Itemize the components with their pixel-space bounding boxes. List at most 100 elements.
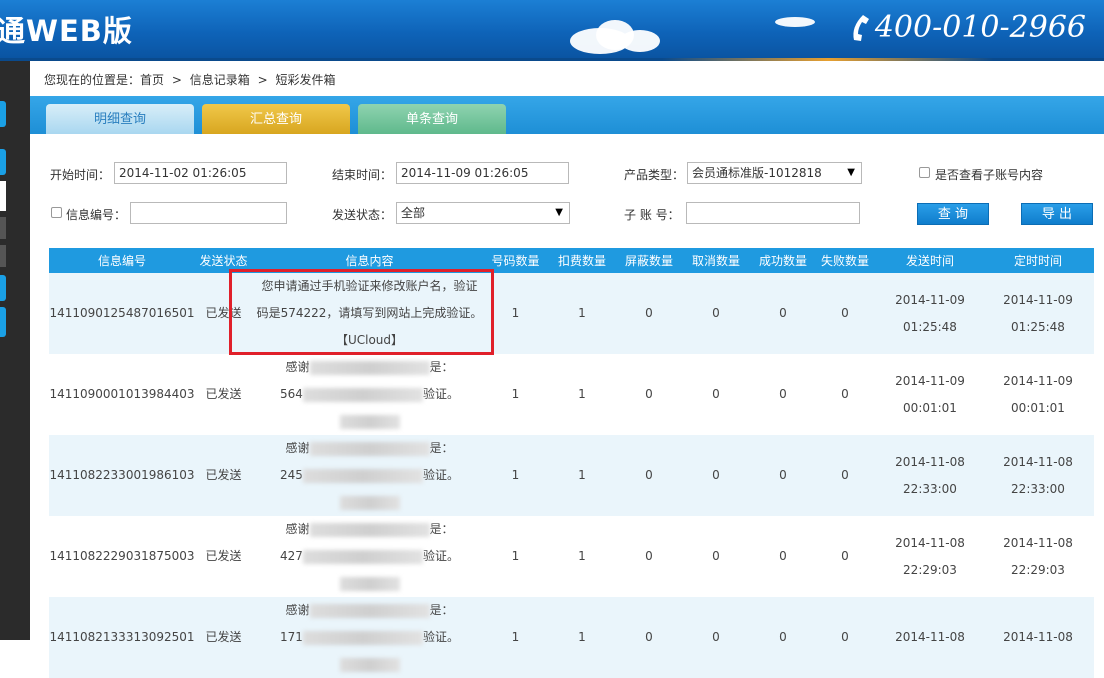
product-type-label: 产品类型： [624, 168, 685, 182]
end-time-input[interactable]: 2014-11-09 01:26:05 [396, 162, 569, 184]
sched-date: 2014-11-09 [1003, 373, 1073, 388]
msgid-label: 信息编号： [66, 208, 127, 222]
fail-count: 0 [812, 435, 878, 516]
msg-text-fragment: 是： [429, 522, 454, 536]
left-sidebar [0, 61, 30, 640]
blocked-count: 0 [620, 435, 678, 516]
cloud-decoration [775, 17, 815, 27]
sched-date: 2014-11-08 [1003, 535, 1073, 550]
sidebar-item[interactable] [0, 307, 6, 337]
start-time-input[interactable]: 2014-11-02 01:26:05 [114, 162, 287, 184]
sched-clock: 22:29:03 [1011, 562, 1065, 577]
msg-content-line: 564 验证。 [252, 381, 487, 408]
tab-detail-query[interactable]: 明细查询 [46, 104, 194, 134]
breadcrumb-current: 短彩发件箱 [275, 73, 336, 87]
product-type-value: 会员通标准版-1012818 [692, 166, 822, 180]
success-count: 0 [754, 273, 812, 354]
end-time-label: 结束时间： [332, 168, 393, 182]
product-type-select[interactable]: 会员通标准版-1012818 ▼ [687, 162, 862, 184]
fee-count: 1 [544, 354, 620, 435]
table-row[interactable]: 1411082233001986103 已发送 感谢 是： 245 验证。 1 1 … [49, 435, 1094, 516]
sched-date: 2014-11-08 [1003, 630, 1073, 644]
table-row[interactable]: 1411082229031875003 已发送 感谢 是： 427 验证。 1 1 … [49, 516, 1094, 597]
redacted-text [339, 495, 400, 510]
subaccount-input[interactable] [686, 202, 860, 224]
success-count: 0 [754, 354, 812, 435]
redacted-text [309, 603, 430, 618]
column-header: 号码数量 [487, 248, 544, 273]
send-date: 2014-11-08 [895, 535, 965, 550]
send-date: 2014-11-08 [895, 630, 965, 644]
send-clock: 22:33:00 [903, 481, 957, 496]
sidebar-item[interactable] [0, 149, 6, 175]
column-header: 屏蔽数量 [620, 248, 678, 273]
start-time-label: 开始时间： [50, 168, 111, 182]
msg-content: 感谢 是： 427 验证。 [252, 516, 487, 597]
msg-text-fragment: 245 [280, 468, 303, 482]
phone-icon [853, 14, 869, 41]
send-status-value: 全部 [401, 206, 426, 220]
sms-outbox-table: 信息编号 发送状态 信息内容 号码数量 扣费数量 屏蔽数量 取消数量 成功数量 … [49, 248, 1094, 678]
send-time: 2014-11-08 22:33:00 [878, 435, 982, 516]
send-date: 2014-11-09 [895, 373, 965, 388]
msgid-input[interactable] [130, 202, 287, 224]
send-status: 已发送 [195, 354, 252, 435]
sidebar-item[interactable] [0, 181, 6, 211]
fail-count: 0 [812, 354, 878, 435]
redacted-text [339, 414, 400, 429]
msg-id: 1411082233001986103 [49, 435, 195, 516]
cancel-count: 0 [678, 597, 754, 678]
column-header: 失败数量 [812, 248, 878, 273]
msg-content-line [252, 651, 487, 678]
cloud-decoration [620, 30, 660, 52]
msg-id: 1411082133313092501 [49, 597, 195, 678]
cancel-count: 0 [678, 516, 754, 597]
msg-text-fragment: 感谢 [285, 360, 310, 374]
table-row[interactable]: 1411090001013984403 已发送 感谢 是： 564 验证。 1 1 … [49, 354, 1094, 435]
success-count: 0 [754, 597, 812, 678]
fail-count: 0 [812, 516, 878, 597]
send-status: 已发送 [195, 435, 252, 516]
sidebar-item[interactable] [0, 245, 6, 267]
table-row[interactable]: 1411090125487016501 已发送 您申请通过手机验证来修改账户名，… [49, 273, 1094, 354]
column-header: 成功数量 [754, 248, 812, 273]
sidebar-item[interactable] [0, 275, 6, 301]
redacted-text [302, 387, 423, 402]
msg-text-fragment: 感谢 [285, 603, 310, 617]
msgid-checkbox[interactable] [51, 207, 62, 218]
msg-text-fragment: 是： [429, 603, 454, 617]
number-count: 1 [487, 354, 544, 435]
tab-single-query[interactable]: 单条查询 [358, 104, 506, 134]
highlight-box [229, 269, 494, 355]
send-status-select[interactable]: 全部 ▼ [396, 202, 570, 224]
query-button[interactable]: 查 询 [917, 203, 989, 225]
tab-summary-query[interactable]: 汇总查询 [202, 104, 350, 134]
table-header-row: 信息编号 发送状态 信息内容 号码数量 扣费数量 屏蔽数量 取消数量 成功数量 … [49, 248, 1094, 273]
send-status: 已发送 [195, 597, 252, 678]
msg-content-line [252, 408, 487, 435]
breadcrumb-inbox[interactable]: 信息记录箱 [190, 73, 250, 87]
sidebar-item[interactable] [0, 101, 6, 127]
column-header: 发送时间 [878, 248, 982, 273]
breadcrumb-home[interactable]: 首页 [140, 73, 164, 87]
breadcrumb-sep: > [257, 73, 268, 87]
blocked-count: 0 [620, 354, 678, 435]
msg-text-fragment: 是： [429, 441, 454, 455]
table-row[interactable]: 1411082133313092501 已发送 感谢 是： 171 验证。 1 1 … [49, 597, 1094, 678]
header-stripe [0, 58, 1104, 61]
fee-count: 1 [544, 435, 620, 516]
send-date: 2014-11-08 [895, 454, 965, 469]
msg-content-line: 感谢 是： [252, 516, 487, 543]
send-clock: 01:25:48 [903, 319, 957, 334]
scheduled-time: 2014-11-08 22:29:03 [982, 516, 1094, 597]
send-date: 2014-11-09 [895, 292, 965, 307]
msg-text-fragment: 427 [280, 549, 303, 563]
subaccount-checkbox[interactable] [919, 167, 930, 178]
export-button[interactable]: 导 出 [1021, 203, 1093, 225]
fail-count: 0 [812, 597, 878, 678]
msg-text-fragment: 171 [280, 630, 303, 644]
sidebar-item[interactable] [0, 217, 6, 239]
hotline: 400-010-2966 [849, 10, 1086, 45]
subaccount-label: 子 账 号： [624, 208, 680, 222]
redacted-text [302, 468, 423, 483]
